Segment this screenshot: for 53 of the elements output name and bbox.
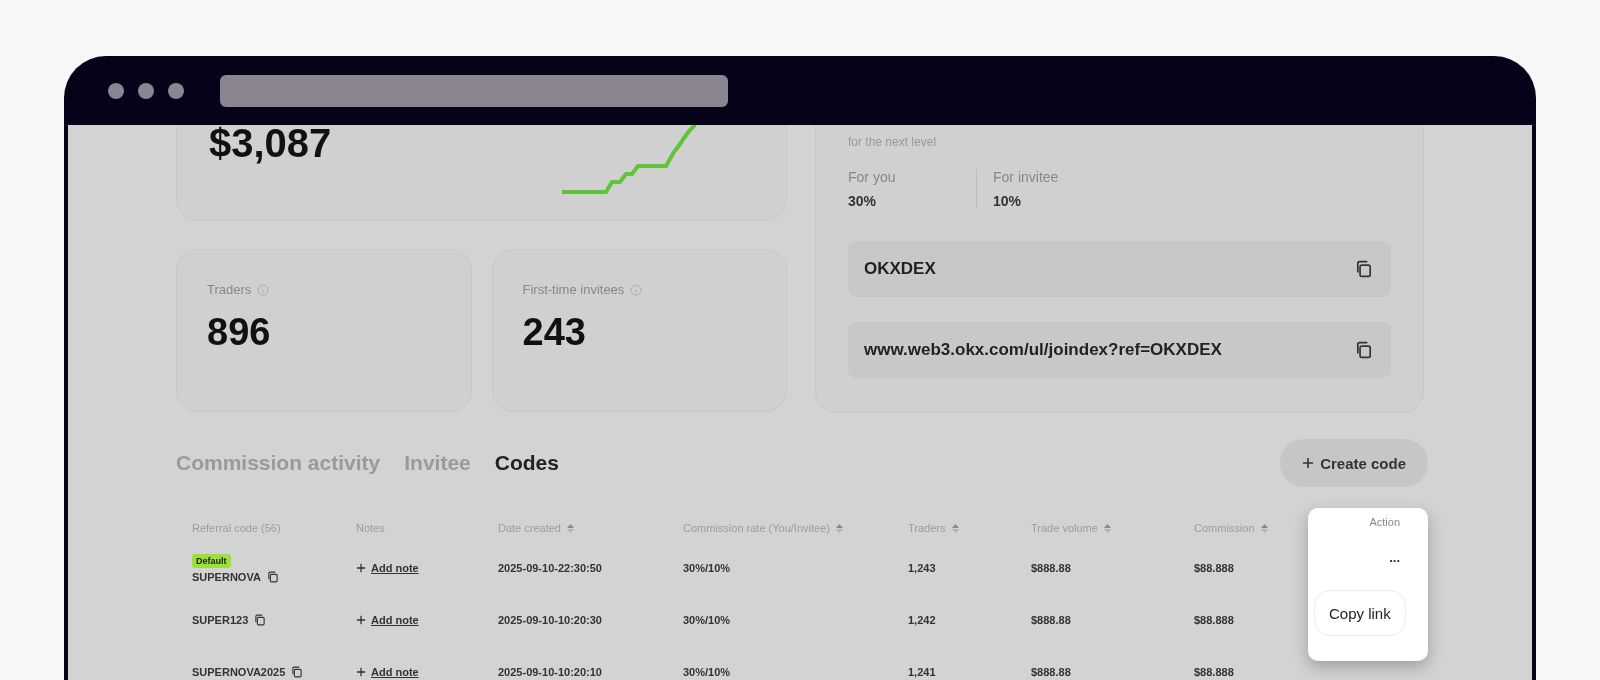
stat-label: Traders — [207, 282, 252, 297]
window-dot[interactable] — [138, 82, 154, 99]
copy-icon[interactable] — [1355, 260, 1373, 278]
plus-icon — [1302, 457, 1315, 469]
referral-field[interactable]: OKXDEX — [848, 241, 1391, 297]
copy-icon[interactable] — [291, 666, 304, 678]
table-cell: 30%/10% — [683, 666, 731, 678]
plus-icon — [356, 615, 366, 625]
rate-label: For you — [848, 169, 897, 185]
table-cell: 1,241 — [908, 666, 936, 678]
table-cell: 2025-09-10-10:20:10 — [498, 666, 602, 678]
table-cell: 30%/10% — [683, 614, 731, 626]
rate-value: 10% — [993, 193, 1023, 209]
rate-value: 30% — [848, 193, 878, 209]
more-actions[interactable]: ... — [1389, 550, 1400, 565]
copy-icon[interactable] — [1355, 341, 1373, 359]
table-cell: $888.88 — [1031, 562, 1071, 574]
default-badge: Default — [192, 553, 231, 568]
window-dot[interactable] — [168, 82, 184, 99]
rate-label: For invitee — [993, 169, 1060, 185]
table-cell: $88.888 — [1194, 614, 1234, 626]
stat-value: 243 — [522, 311, 587, 354]
referral-field[interactable]: www.web3.okx.com/ul/joindex?ref=OKXDEX — [848, 322, 1391, 378]
referral-code: SUPERNOVA — [192, 570, 261, 583]
info-icon — [257, 283, 270, 296]
column-header: Action — [1369, 516, 1400, 528]
stat-label: First-time invitees — [522, 282, 625, 297]
create-code-button[interactable]: Create code — [1280, 439, 1428, 487]
add-note-link[interactable]: Add note — [371, 562, 419, 574]
referral-code: SUPER123 — [192, 614, 249, 626]
table-cell: 1,242 — [908, 614, 936, 626]
copy-icon[interactable] — [254, 614, 267, 626]
stat-value: 896 — [207, 311, 272, 354]
table-cell: 2025-09-10-22:30:50 — [498, 562, 602, 574]
table-cell: 30%/10% — [683, 562, 731, 574]
summary-value: $3,087 — [209, 125, 332, 166]
add-note-link[interactable]: Add note — [371, 614, 419, 626]
table-cell: 1,243 — [908, 562, 936, 574]
info-icon — [630, 283, 643, 296]
table-cell: $888.88 — [1031, 666, 1071, 678]
table-cell: 2025-09-10-10:20:30 — [498, 614, 602, 626]
copy-link-button[interactable]: Copy link — [1314, 590, 1406, 636]
table-cell: $88.888 — [1194, 562, 1234, 574]
table-cell: $88.888 — [1194, 666, 1234, 678]
plus-icon — [356, 667, 366, 677]
plus-icon — [356, 563, 366, 573]
address-bar[interactable] — [220, 74, 728, 107]
copy-icon[interactable] — [266, 570, 279, 583]
referral-code: SUPERNOVA2025 — [192, 666, 286, 678]
table-cell: $888.88 — [1031, 614, 1071, 626]
tab[interactable]: Codes — [494, 451, 559, 475]
window-dot[interactable] — [108, 82, 124, 99]
add-note-link[interactable]: Add note — [371, 666, 419, 678]
